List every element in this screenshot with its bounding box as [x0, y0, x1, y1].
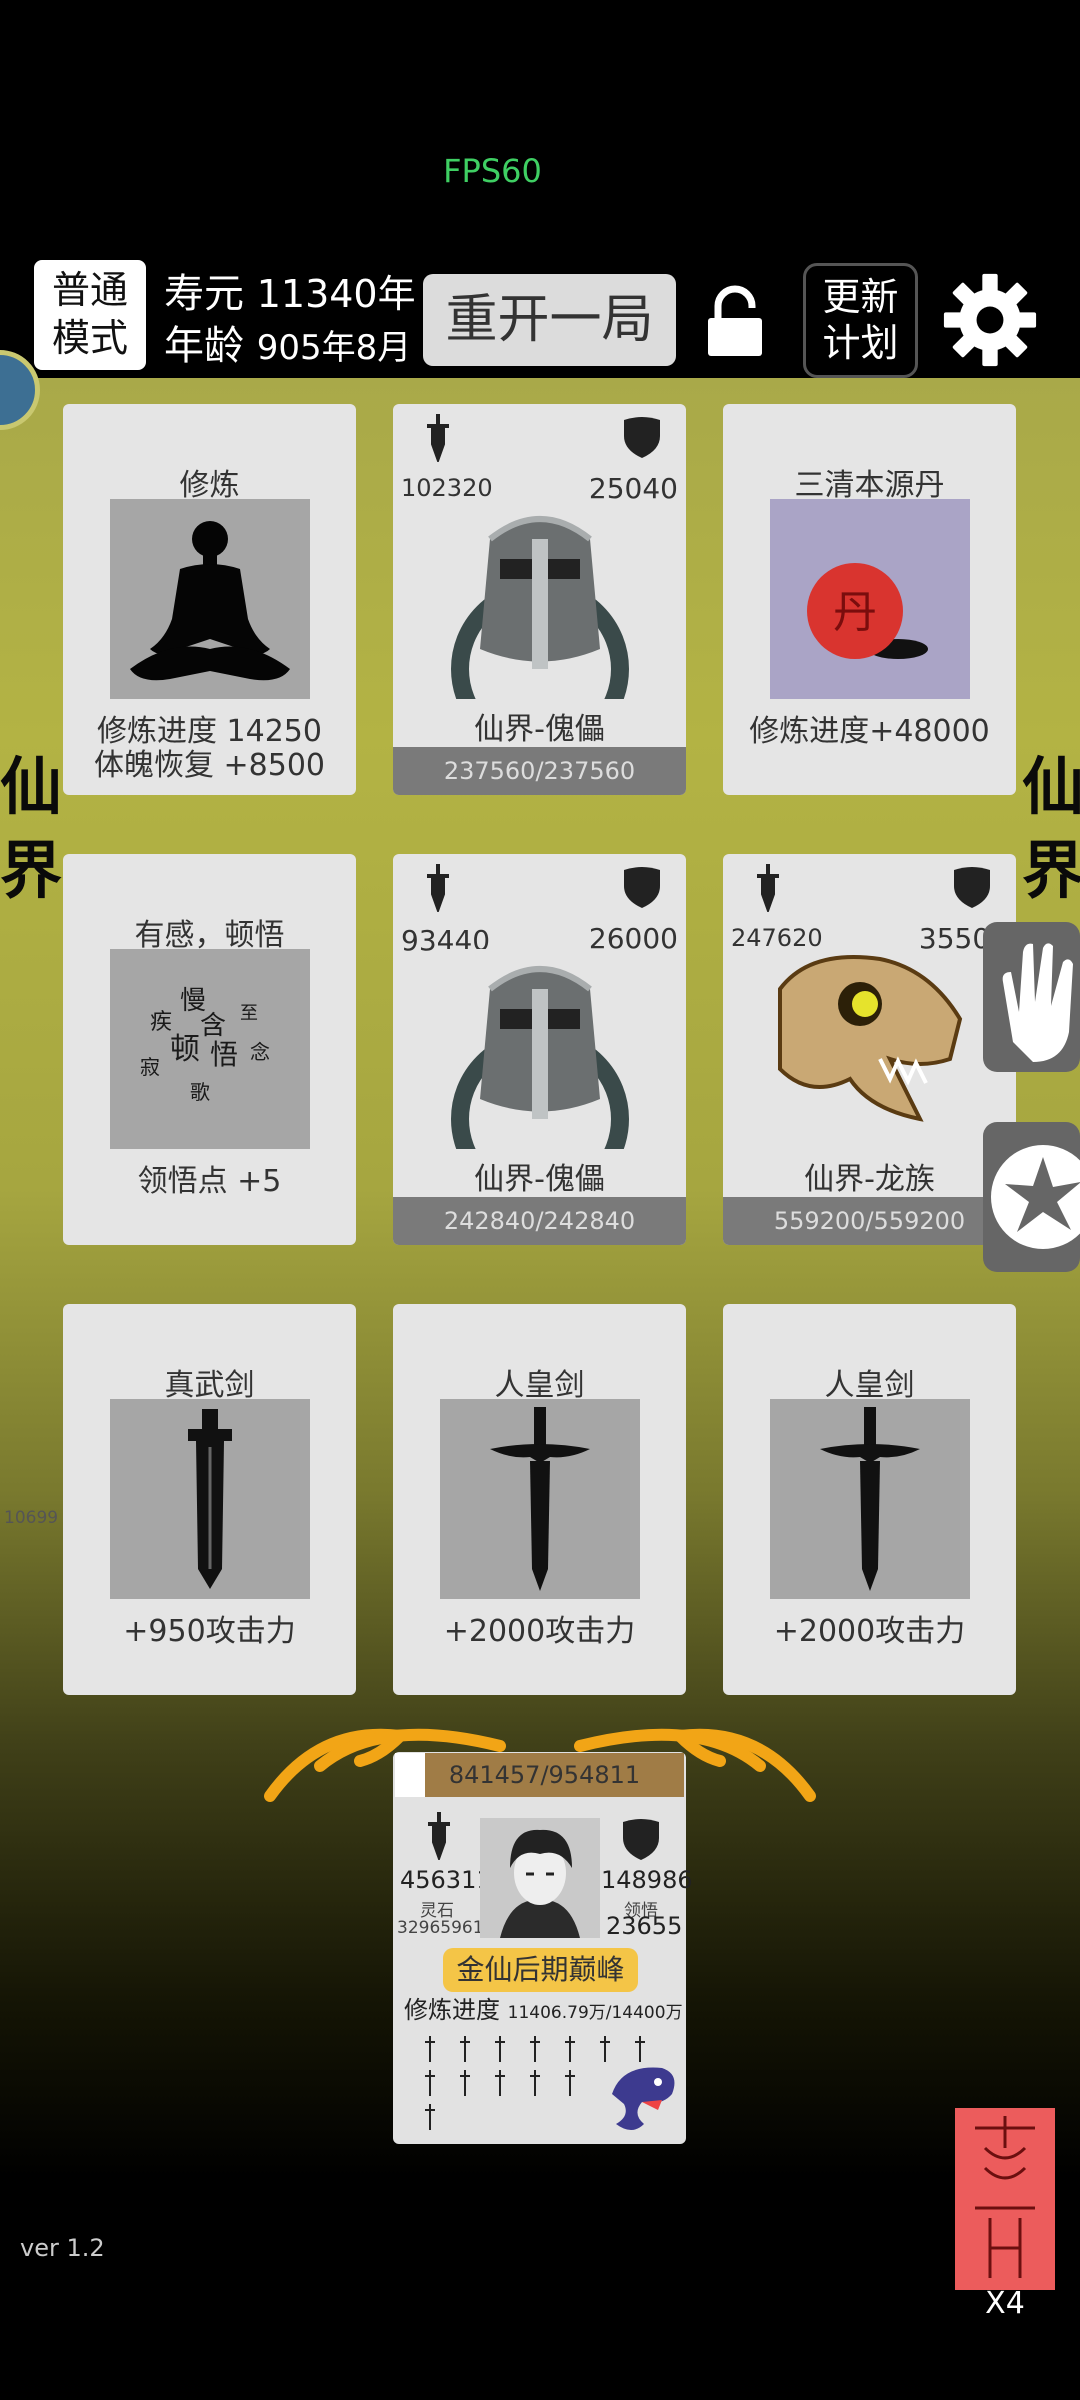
card-title: 有感，顿悟 [134, 918, 285, 953]
card-line-2: 体魄恢复 +8500 [93, 748, 326, 783]
armored-golem-icon [440, 949, 640, 1149]
enemy-hp: 559200/559200 [723, 1197, 1016, 1245]
card-line-1: +2000攻击力 [773, 1614, 966, 1649]
enemy-name: 仙界-傀儡 [474, 1162, 605, 1197]
enemy-hp: 242840/242840 [393, 1197, 686, 1245]
card-enlightenment[interactable]: 有感，顿悟 慢 疾 含 顿 悟 寂 至 念 歌 领悟点 +5 [63, 854, 356, 1245]
realm-side-label-left: 仙 界 [0, 745, 63, 913]
realm-side-label-right: 仙 界 [1022, 745, 1080, 913]
palm-strike-button[interactable] [983, 922, 1080, 1072]
sword-icon [110, 1399, 310, 1599]
card-elixir[interactable]: 三清本源丹 丹 修炼进度+48000 [723, 404, 1016, 795]
svg-text:歌: 歌 [190, 1080, 210, 1104]
mode-label-line1: 普通 [51, 268, 128, 312]
side-char-1: 仙 [0, 750, 63, 823]
lifespan-value: 11340年 [256, 272, 416, 316]
card-title: 修炼 [179, 468, 240, 503]
card-sword-zhenwu[interactable]: 真武剑 +950攻击力 [63, 1304, 356, 1695]
update-label-line2: 计划 [822, 321, 899, 365]
spirit-beast-icon[interactable] [602, 2054, 682, 2139]
talisman-count: X4 [985, 2286, 1025, 2321]
card-title: 真武剑 [164, 1368, 255, 1403]
elixir-pill-icon: 丹 [770, 499, 970, 699]
age-label: 年龄 [164, 323, 244, 369]
card-sword-renhuang[interactable]: 人皇剑 +2000攻击力 [393, 1304, 686, 1695]
update-label-line1: 更新 [822, 275, 899, 319]
burst-skill-icon [991, 1145, 1080, 1249]
avatar [480, 1818, 600, 1938]
armored-golem-icon [440, 499, 640, 699]
card-line-1: +950攻击力 [123, 1614, 296, 1649]
card-enemy-dragon[interactable]: 247620 35500 仙界-龙族 559200/559200 [723, 854, 1016, 1245]
attack-icon [757, 864, 779, 912]
restart-button[interactable]: 重开一局 [423, 274, 676, 366]
lifespan-label: 寿元 [164, 271, 244, 317]
svg-text:疾: 疾 [150, 1010, 172, 1035]
spirit-stone-value: 32965961 [397, 1918, 484, 1938]
dragon-skull-icon [770, 949, 970, 1149]
cultivation-progress: 修炼进度 11406.79万/14400万 [404, 1990, 683, 2025]
card-line-1: +2000攻击力 [443, 1614, 636, 1649]
enlightenment-calligraphy-icon: 慢 疾 含 顿 悟 寂 至 念 歌 [110, 949, 310, 1149]
realm-badge: 金仙后期巅峰 [443, 1948, 638, 1992]
svg-text:顿: 顿 [170, 1032, 200, 1067]
age-value: 905年8月 [256, 328, 412, 368]
svg-text:至: 至 [240, 1003, 258, 1024]
enemy-attack: 102320 [401, 474, 493, 502]
lock-icon[interactable] [706, 284, 764, 356]
card-cultivate[interactable]: 修炼 修炼进度 14250 体魄恢复 +8500 [63, 404, 356, 795]
svg-text:悟: 悟 [210, 1038, 238, 1071]
exp-text: 841457/954811 [448, 1761, 641, 1789]
player-defense: 148986 [601, 1866, 693, 1894]
fps-counter: FPS60 [443, 152, 542, 190]
talisman-button[interactable] [955, 2108, 1055, 2290]
card-line-1: 修炼进度+48000 [749, 714, 990, 749]
side-char-2: 界 [0, 834, 63, 907]
card-title: 三清本源丹 [794, 468, 945, 503]
card-sword-renhuang-2[interactable]: 人皇剑 +2000攻击力 [723, 1304, 1016, 1695]
burst-skill-button[interactable] [983, 1122, 1080, 1272]
attack-icon [427, 414, 449, 462]
card-title: 人皇剑 [824, 1368, 915, 1403]
enemy-name: 仙界-龙族 [804, 1162, 935, 1197]
defense-icon [624, 867, 660, 908]
defense-icon [954, 867, 990, 908]
insight-value: 23655 [606, 1912, 683, 1940]
progress-value: 11406.79万/14400万 [507, 2003, 683, 2023]
side-char-1: 仙 [1022, 750, 1080, 823]
version-label: ver 1.2 [20, 2234, 105, 2262]
enemy-hp: 237560/237560 [393, 747, 686, 795]
ornate-sword-icon [770, 1399, 970, 1599]
bottom-bar [0, 2178, 1080, 2400]
mode-label-line2: 模式 [51, 316, 128, 360]
enemy-attack: 247620 [731, 924, 823, 952]
mode-button[interactable]: 普通 模式 [34, 260, 146, 370]
svg-text:含: 含 [200, 1011, 226, 1041]
palm-strike-icon [1002, 943, 1073, 1062]
side-counter: 10699 [4, 1508, 59, 1528]
life-stats: 寿元 11340年 年龄 905年8月 [164, 268, 416, 374]
defense-icon [623, 1819, 659, 1860]
attack-icon [428, 1812, 450, 1860]
meditation-icon [110, 499, 310, 699]
side-char-2: 界 [1022, 834, 1080, 907]
enemy-name: 仙界-傀儡 [474, 712, 605, 747]
card-line-1: 领悟点 +5 [137, 1164, 282, 1199]
ornate-sword-icon [440, 1399, 640, 1599]
attack-icon [427, 864, 449, 912]
svg-text:寂: 寂 [140, 1055, 160, 1079]
update-plan-button[interactable]: 更新 计划 [803, 263, 918, 378]
defense-icon [624, 417, 660, 458]
progress-label: 修炼进度 [404, 1996, 500, 2024]
card-enemy-golem-2[interactable]: 93440 26000 仙界-傀儡 242840/242840 [393, 854, 686, 1245]
card-enemy-golem[interactable]: 102320 25040 仙界-傀儡 237560/237560 [393, 404, 686, 795]
player-attack: 456311 [400, 1866, 492, 1894]
svg-text:念: 念 [250, 1040, 270, 1064]
card-title: 人皇剑 [494, 1368, 585, 1403]
gear-icon[interactable] [942, 272, 1038, 368]
svg-text:丹: 丹 [833, 587, 877, 638]
